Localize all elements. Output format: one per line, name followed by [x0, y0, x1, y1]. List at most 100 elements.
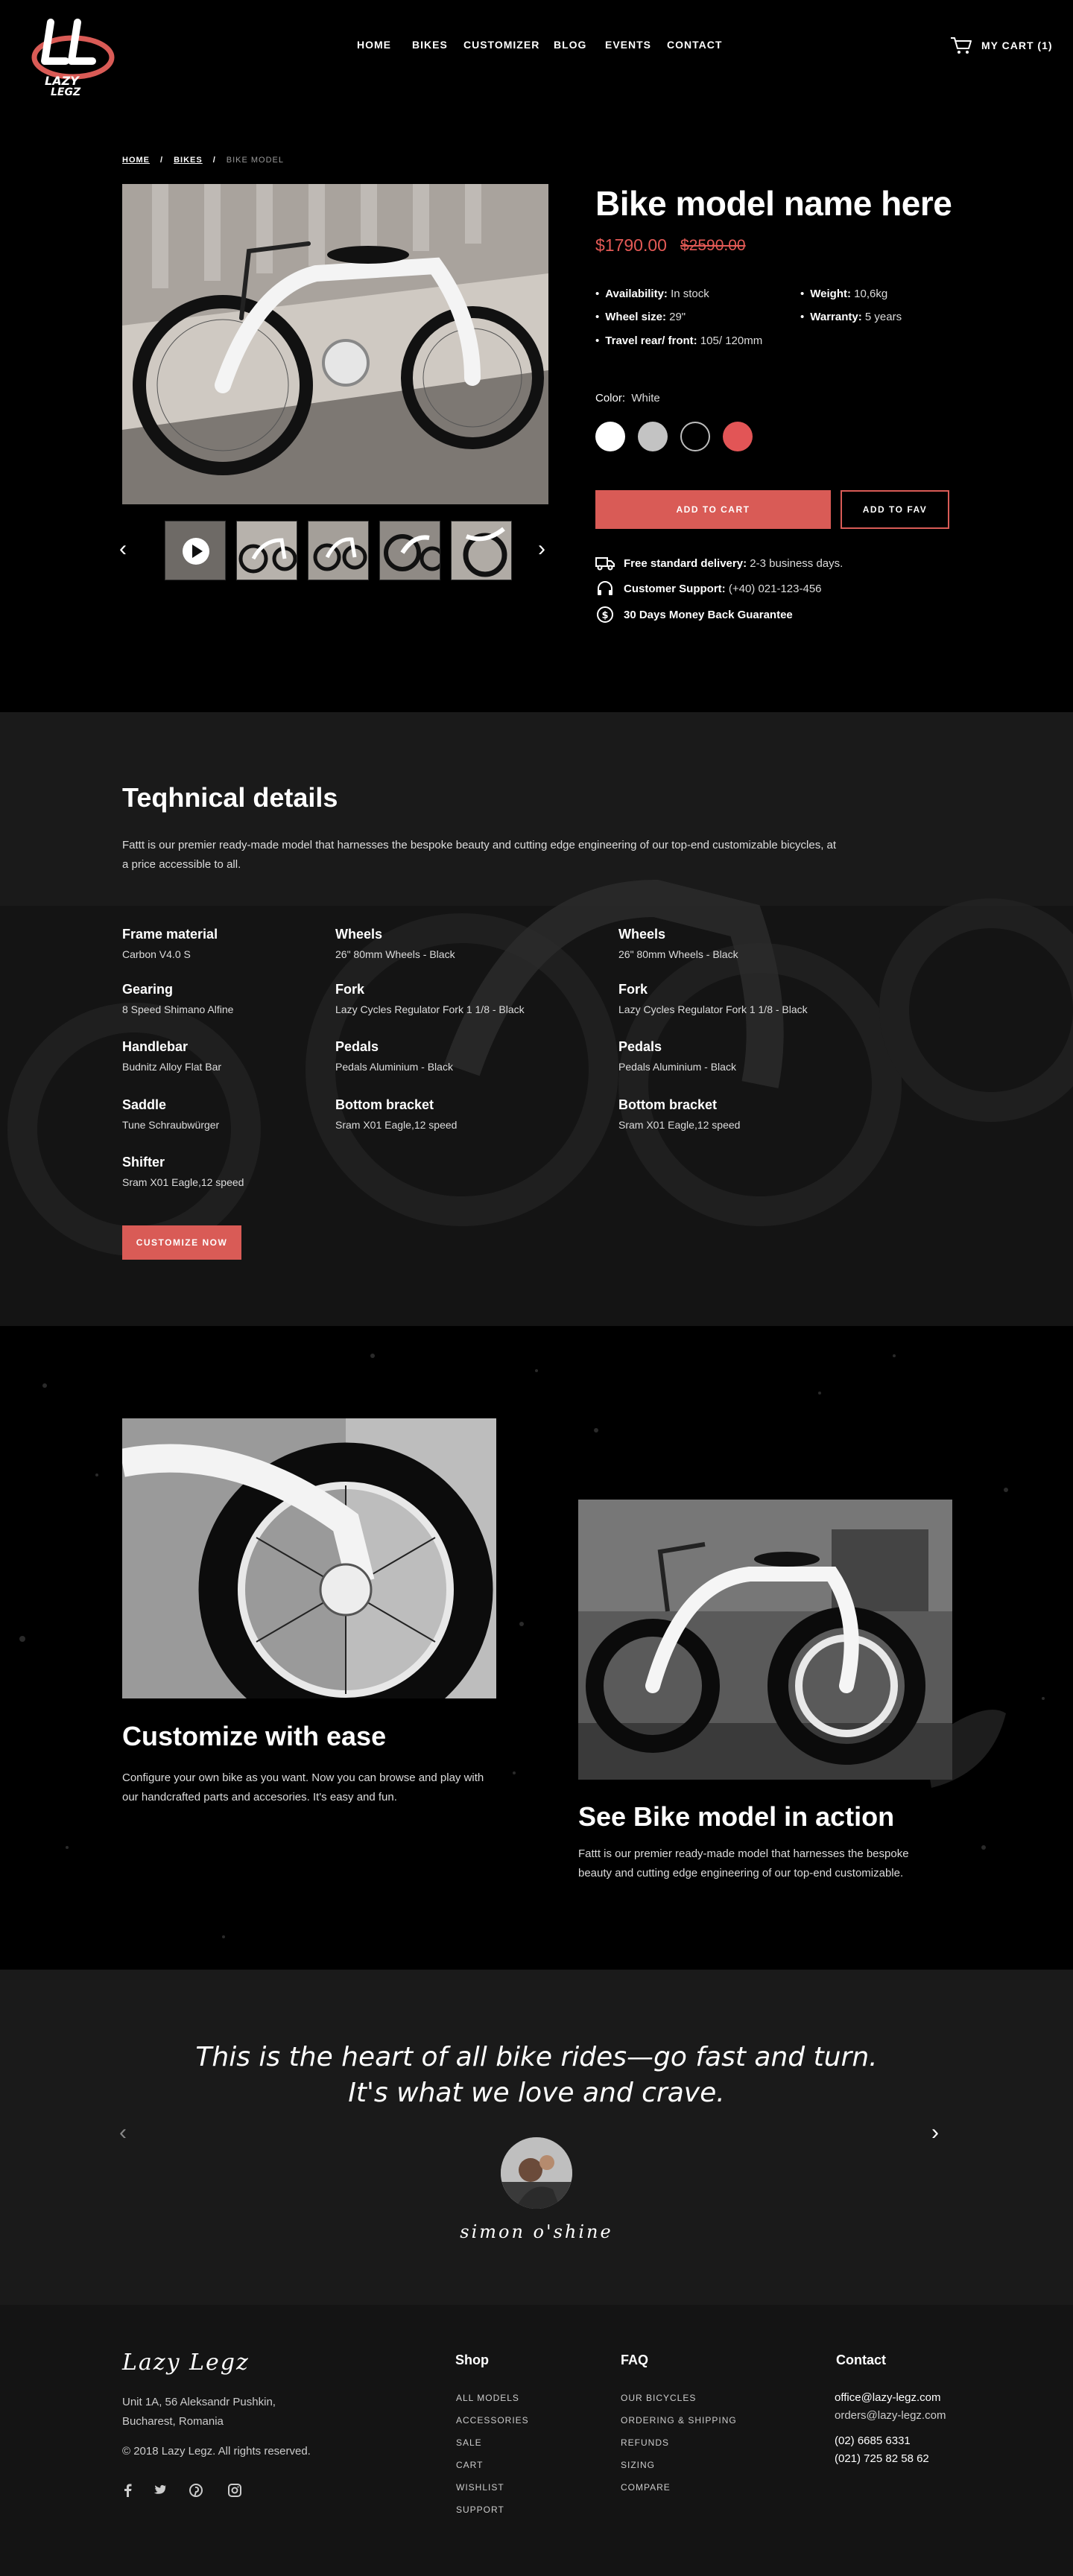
- thumbnail-4[interactable]: [451, 521, 512, 580]
- footer-link-support[interactable]: SUPPORT: [456, 2504, 504, 2515]
- footer-brand[interactable]: Lazy Legz: [122, 2350, 250, 2376]
- twitter-icon[interactable]: [152, 2482, 168, 2499]
- footer-link-compare[interactable]: COMPARE: [621, 2482, 671, 2493]
- breadcrumb-home[interactable]: HOME: [122, 156, 150, 165]
- nav-home[interactable]: HOME: [357, 39, 391, 51]
- customize-title: Customize with ease: [122, 1721, 387, 1751]
- bike-thumb-image: [237, 521, 297, 580]
- detail-label: Fork: [335, 982, 365, 997]
- facebook-icon[interactable]: [119, 2482, 136, 2499]
- detail-label: Bottom bracket: [335, 1097, 434, 1112]
- nav-contact[interactable]: CONTACT: [667, 39, 722, 51]
- footer-link-refunds[interactable]: REFUNDS: [621, 2437, 669, 2448]
- site-footer: [0, 2305, 1073, 2576]
- customize-now-button[interactable]: CUSTOMIZE NOW: [122, 1225, 241, 1260]
- footer-phone-2: (021) 725 82 58 62: [835, 2452, 929, 2465]
- thumbnail-1[interactable]: [236, 521, 297, 580]
- tech-title: Teqhnical details: [122, 782, 338, 813]
- breadcrumb-separator: /: [212, 156, 216, 165]
- testimonial-signature: simon o'shine: [460, 2221, 613, 2242]
- spec-warranty: Warranty: 5 years: [800, 311, 902, 323]
- feature-delivery: Free standard delivery: 2-3 business day…: [595, 554, 843, 572]
- swatch-black[interactable]: [680, 422, 710, 451]
- detail-label: Handlebar: [122, 1039, 189, 1054]
- lazy-legz-logo-icon: LAZY LEGZ: [31, 19, 115, 98]
- instagram-icon[interactable]: [227, 2482, 243, 2499]
- spec-label: Wheel size:: [605, 311, 666, 323]
- feature-label: Customer Support:: [624, 582, 726, 595]
- thumbnail-video[interactable]: [165, 521, 226, 580]
- add-to-fav-button[interactable]: ADD TO FAV: [841, 490, 949, 529]
- nav-customizer[interactable]: CUSTOMIZER: [463, 39, 539, 51]
- footer-link-all-models[interactable]: ALL MODELS: [456, 2393, 519, 2403]
- bike-thumb-image: [452, 521, 511, 580]
- color-label: Color:: [595, 392, 626, 405]
- svg-text:LEGZ: LEGZ: [51, 86, 81, 97]
- breadcrumb-bikes[interactable]: BIKES: [174, 156, 203, 165]
- product-main-image[interactable]: [122, 184, 548, 504]
- feature-label: 30 Days Money Back Guarantee: [624, 608, 793, 621]
- product-title: Bike model name here: [595, 184, 952, 223]
- footer-link-cart[interactable]: CART: [456, 2460, 483, 2470]
- bike-thumb-image: [380, 521, 440, 580]
- action-image: [578, 1500, 952, 1780]
- detail-value: Lazy Cycles Regulator Fork 1 1/8 - Black: [618, 1003, 808, 1015]
- bike-thumb-image: [308, 521, 368, 580]
- detail-value: 8 Speed Shimano Alfine: [122, 1003, 234, 1015]
- quote-line: It's what we love and crave.: [348, 2078, 725, 2108]
- swatch-white[interactable]: [595, 422, 625, 451]
- cart-link[interactable]: MY CART (1): [950, 34, 1053, 57]
- feature-value: 2-3 business days.: [750, 556, 843, 570]
- customize-image: [122, 1418, 496, 1698]
- spec-value: 105/ 120mm: [700, 334, 763, 347]
- gallery-next-arrow[interactable]: ›: [538, 538, 545, 560]
- shopping-cart-icon: [951, 37, 972, 54]
- detail-value: 26" 80mm Wheels - Black: [335, 948, 455, 960]
- detail-label: Saddle: [122, 1097, 167, 1112]
- testimonial-prev-arrow[interactable]: ‹: [119, 2122, 127, 2144]
- detail-value: Pedals Aluminium - Black: [335, 1061, 453, 1073]
- detail-value: Tune Schraubwürger: [122, 1119, 220, 1131]
- spec-value: 10,6kg: [854, 288, 888, 300]
- footer-link-accessories[interactable]: ACCESSORIES: [456, 2415, 529, 2426]
- brand-logo[interactable]: LAZY LEGZ: [28, 16, 118, 98]
- detail-fork: Fork Lazy Cycles Regulator Fork 1 1/8 - B…: [335, 982, 525, 1015]
- detail-wheels: Wheels 26" 80mm Wheels - Black: [335, 927, 455, 960]
- footer-contact-title: Contact: [836, 2353, 886, 2367]
- spec-label: Availability:: [605, 288, 668, 300]
- footer-link-sizing[interactable]: SIZING: [621, 2460, 655, 2470]
- truck-icon: [595, 554, 615, 572]
- thumbnail-3[interactable]: [379, 521, 440, 580]
- add-to-cart-button[interactable]: ADD TO CART: [595, 490, 831, 529]
- color-value: White: [631, 392, 660, 405]
- detail-value: Sram X01 Eagle,12 speed: [122, 1176, 244, 1188]
- detail-bottom-bracket: Bottom bracket Sram X01 Eagle,12 speed: [618, 1097, 740, 1131]
- swatch-grey[interactable]: [638, 422, 668, 451]
- headset-icon: [595, 580, 615, 597]
- footer-phone-1: (02) 6685 6331: [835, 2434, 911, 2447]
- spec-value: 29": [669, 311, 686, 323]
- spec-value: In stock: [671, 288, 709, 300]
- avatar: [501, 2137, 572, 2209]
- footer-copyright: © 2018 Lazy Legz. All rights reserved.: [122, 2445, 311, 2458]
- detail-value: Budnitz Alloy Flat Bar: [122, 1061, 222, 1073]
- feature-value: (+40) 021-123-456: [728, 582, 822, 595]
- gallery-prev-arrow[interactable]: ‹: [119, 538, 127, 560]
- footer-link-ordering-shipping[interactable]: ORDERING & SHIPPING: [621, 2415, 737, 2426]
- detail-label: Shifter: [122, 1155, 165, 1170]
- nav-blog[interactable]: BLOG: [554, 39, 586, 51]
- footer-shop-title: Shop: [455, 2353, 489, 2367]
- nav-events[interactable]: EVENTS: [605, 39, 651, 51]
- nav-bikes[interactable]: BIKES: [412, 39, 448, 51]
- testimonial-next-arrow[interactable]: ›: [931, 2122, 939, 2144]
- footer-email-orders[interactable]: orders@lazy-legz.com: [835, 2406, 946, 2426]
- footer-link-our-bicycles[interactable]: OUR BICYCLES: [621, 2393, 696, 2403]
- footer-link-sale[interactable]: SALE: [456, 2437, 482, 2448]
- swatch-red[interactable]: [723, 422, 753, 451]
- footer-link-wishlist[interactable]: WISHLIST: [456, 2482, 504, 2493]
- detail-label: Pedals: [618, 1039, 662, 1054]
- footer-email-office[interactable]: office@lazy-legz.com: [835, 2388, 941, 2408]
- thumbnail-2[interactable]: [308, 521, 369, 580]
- pinterest-icon[interactable]: [188, 2482, 204, 2499]
- detail-label: Frame material: [122, 927, 218, 942]
